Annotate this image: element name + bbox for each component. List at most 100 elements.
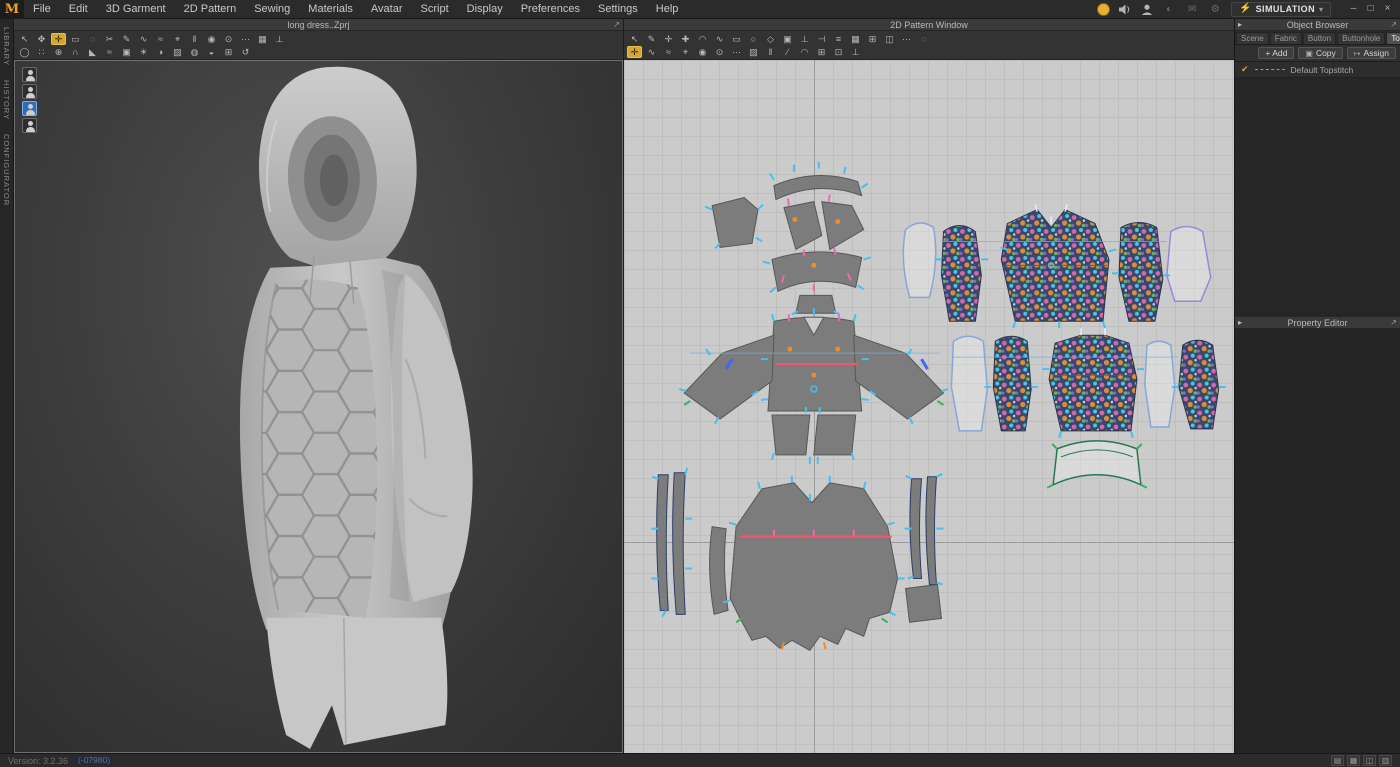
pattern-canvas[interactable]	[624, 60, 1234, 753]
expand-icon[interactable]: ↗	[1390, 318, 1397, 328]
pattern-piece-placket-strip-1[interactable]	[656, 474, 669, 611]
layout-2d-icon[interactable]: ▦	[1347, 755, 1360, 766]
object-browser-tab[interactable]: Fabric	[1269, 32, 1302, 44]
pattern-piece-hood-top[interactable]	[773, 175, 863, 201]
rectangle-tool[interactable]: ▭	[729, 33, 744, 45]
texture-editor-tool[interactable]: ⊡	[831, 46, 846, 58]
menu-item[interactable]: Sewing	[245, 0, 299, 19]
cloud-sync-icon[interactable]	[1097, 2, 1111, 16]
maximize-button[interactable]: □	[1363, 2, 1378, 16]
list-item-topstitch[interactable]: ✔ Default Topstitch	[1235, 62, 1400, 78]
expand-icon[interactable]: ↗	[613, 20, 620, 30]
object-browser-tab[interactable]: Buttonhole	[1337, 32, 1386, 44]
segment-sewing-tool[interactable]: ∿	[136, 33, 151, 45]
menu-item[interactable]: Preferences	[512, 0, 589, 19]
shirring-tool[interactable]: ▨	[746, 46, 761, 58]
topstitch-edit-tool[interactable]: ✛	[627, 45, 642, 58]
volume-icon[interactable]	[1119, 4, 1132, 15]
reset-view-tool[interactable]: ↺	[238, 46, 253, 58]
layout-quad-icon[interactable]: ▥	[1379, 755, 1392, 766]
grading-tool[interactable]: ≡	[831, 33, 846, 45]
pin-box-tool[interactable]: ⌖	[170, 33, 185, 45]
fabric-view-tool[interactable]: ▦	[848, 33, 863, 45]
pattern-piece-side-strip-1[interactable]	[909, 478, 923, 580]
box-select-tool[interactable]: ▭	[68, 33, 83, 45]
topstitch-tool[interactable]: ⋯	[238, 33, 253, 45]
transform-pattern-tool[interactable]: ↖	[627, 33, 642, 45]
avatar-display-tool[interactable]: ◯	[17, 46, 32, 58]
fold-tool[interactable]: ◣	[85, 46, 100, 58]
light-tool[interactable]: ☀	[136, 46, 151, 58]
pen-tool[interactable]: ✎	[119, 33, 134, 45]
curve-tool[interactable]: ∿	[712, 33, 727, 45]
pattern-piece-placket-strip-2[interactable]	[672, 472, 686, 615]
pattern-piece-back-lower-right[interactable]	[813, 414, 857, 456]
layout-split-icon[interactable]: ◫	[1363, 755, 1376, 766]
menu-item[interactable]: Script	[412, 0, 458, 19]
garment-3d[interactable]	[15, 61, 622, 752]
edit-curve-tool[interactable]: ◠	[695, 33, 710, 45]
baseline-tool[interactable]: ⋯	[899, 33, 914, 45]
menu-item[interactable]: Avatar	[362, 0, 412, 19]
free-topstitch-tool[interactable]: ≈	[661, 46, 676, 58]
button-tool[interactable]: ◉	[204, 33, 219, 45]
rail-tab[interactable]: LIBRARY	[2, 27, 11, 66]
gizmo-tool[interactable]: ⊕	[51, 46, 66, 58]
minimize-button[interactable]: –	[1346, 2, 1361, 16]
avatar-toggle-selected[interactable]	[22, 101, 37, 116]
app-logo[interactable]: M	[0, 0, 24, 19]
pattern-piece-camo-panel-left[interactable]	[992, 335, 1032, 432]
pin-tool-2d[interactable]: ⌖	[678, 46, 693, 58]
edit-point-tool[interactable]: ✛	[661, 33, 676, 45]
mail-icon[interactable]: ✉	[1185, 4, 1199, 15]
add-point-tool[interactable]: ✚	[678, 33, 693, 45]
hanger-tool[interactable]: ∩	[68, 46, 83, 58]
lasso-select-tool[interactable]: ◌	[85, 33, 100, 45]
perpendicular-tool[interactable]: ⊥	[797, 33, 812, 45]
menu-item[interactable]: Edit	[60, 0, 97, 19]
collapse-icon[interactable]: ▸	[1238, 20, 1242, 30]
pattern-piece-front-panel[interactable]	[729, 482, 899, 651]
pattern-piece-lining-sleeve-right[interactable]	[1166, 225, 1212, 303]
menu-item[interactable]: Help	[647, 0, 688, 19]
notch-tool[interactable]: ⊣	[814, 33, 829, 45]
rail-tab[interactable]: CONFIGURATOR	[2, 134, 11, 206]
pattern-piece-hood-cheek-left[interactable]	[783, 201, 823, 251]
pattern-piece-hood-cheek-right[interactable]	[821, 201, 865, 251]
free-sewing-tool[interactable]: ≈	[153, 33, 168, 45]
pattern-piece-hood-gusset[interactable]	[795, 294, 837, 314]
theme-icon[interactable]: ◐	[1162, 4, 1176, 15]
rail-tab[interactable]: HISTORY	[2, 80, 11, 120]
pattern-piece-camo-sleeve-right[interactable]	[1118, 222, 1164, 322]
avatar-toggle-default[interactable]	[22, 67, 37, 82]
pattern-piece-back-lower-left[interactable]	[771, 414, 811, 456]
object-browser-tab[interactable]: Topstitch	[1386, 32, 1400, 44]
stress-map-toggle[interactable]: ◒	[204, 46, 219, 58]
pattern-piece-hood-side[interactable]	[711, 197, 759, 249]
avatar-toggle-alt[interactable]	[22, 118, 37, 133]
circle-tool[interactable]: ○	[746, 33, 761, 45]
pattern-piece-sleeve-right[interactable]	[853, 334, 945, 420]
pattern-piece-lining-panel-right[interactable]	[1144, 340, 1176, 428]
trace-tool[interactable]: ◌	[916, 33, 931, 45]
move-tool[interactable]: ✥	[34, 33, 49, 45]
fabric-texture-tool[interactable]: ▦	[255, 33, 270, 45]
pattern-piece-camo-panel-right[interactable]	[1178, 339, 1220, 430]
expand-icon[interactable]: ↗	[1390, 20, 1397, 30]
avatar-toggle-pose[interactable]	[22, 84, 37, 99]
layout-3d-icon[interactable]: ▤	[1331, 755, 1344, 766]
fold-line-tool[interactable]: ∕	[780, 46, 795, 58]
flip-tool[interactable]: ◠	[797, 46, 812, 58]
copy-button[interactable]: ▣ Copy	[1298, 47, 1343, 59]
pattern-piece-collar-band[interactable]	[1052, 440, 1142, 486]
camera-tool[interactable]: ▣	[119, 46, 134, 58]
pattern-piece-sleeve-left[interactable]	[683, 334, 775, 420]
menu-item[interactable]: 2D Pattern	[175, 0, 246, 19]
settings-gear-icon[interactable]: ⚙	[1208, 4, 1222, 15]
arrangement-point-tool[interactable]: ∷	[34, 46, 49, 58]
select-tool[interactable]: ↖	[17, 33, 32, 45]
edit-pattern-tool[interactable]: ✎	[644, 33, 659, 45]
menu-item[interactable]: File	[24, 0, 60, 19]
menu-item[interactable]: Settings	[589, 0, 647, 19]
shadow-toggle[interactable]: ◑	[153, 46, 168, 58]
